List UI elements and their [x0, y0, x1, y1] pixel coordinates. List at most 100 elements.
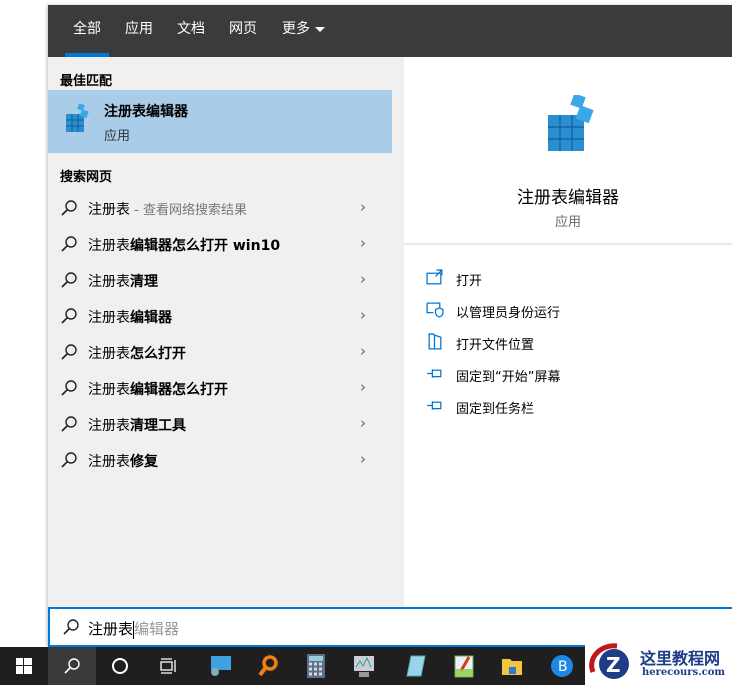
suggestion-query: 注册表 — [88, 274, 130, 290]
taskbar-app-calculator[interactable] — [292, 647, 340, 685]
web-suggestion-item[interactable]: 注册表 - 查看网络搜索结果 › — [48, 190, 392, 226]
suggestion-text: 注册表 - 查看网络搜索结果 — [88, 199, 247, 219]
app-title: 注册表编辑器 — [517, 188, 619, 208]
task-view-button[interactable] — [144, 647, 192, 685]
chevron-right-icon[interactable]: › — [360, 270, 366, 288]
folder-icon — [502, 659, 522, 675]
web-suggestion-item[interactable]: 注册表清理 › — [48, 262, 392, 298]
tab-apps[interactable]: 应用 — [125, 5, 153, 57]
web-suggestion-item[interactable]: 注册表编辑器 › — [48, 298, 392, 334]
orange-magnifier-icon — [258, 655, 278, 677]
action-label: 固定到任务栏 — [456, 402, 535, 417]
suggestion-text: 注册表怎么打开 — [88, 343, 186, 363]
app-type: 应用 — [554, 215, 581, 230]
calculator-icon — [307, 654, 325, 678]
cortana-button[interactable] — [96, 647, 144, 685]
taskbar-app-file-explorer[interactable] — [488, 647, 536, 685]
suggestion-completion: 编辑器怎么打开 — [130, 382, 228, 398]
notepad-icon — [406, 655, 426, 677]
suggestion-completion: 编辑器 — [130, 310, 172, 326]
best-match-subtitle: 应用 — [104, 129, 131, 144]
suggestion-query: 注册表 — [88, 202, 130, 218]
suggestion-text: 注册表清理 — [88, 271, 158, 291]
app-preview-card: 注册表编辑器 应用 — [404, 69, 732, 245]
suggestion-query: 注册表 — [88, 454, 130, 470]
pin-icon — [427, 369, 442, 378]
search-icon — [61, 452, 77, 468]
chevron-right-icon[interactable]: › — [360, 198, 366, 216]
web-suggestion-item[interactable]: 注册表编辑器怎么打开 win10 › — [48, 226, 392, 262]
chevron-right-icon[interactable]: › — [360, 378, 366, 396]
taskbar-app-performance-monitor[interactable] — [340, 647, 388, 685]
search-icon — [61, 416, 77, 432]
best-match-heading: 最佳匹配 — [60, 74, 113, 89]
action-label: 固定到“开始”屏幕 — [456, 370, 561, 385]
chevron-right-icon[interactable]: › — [360, 414, 366, 432]
taskbar-search-button[interactable] — [48, 647, 96, 685]
watermark-url: herecours.com — [642, 667, 726, 678]
autocomplete-suggestion: 编辑器 — [134, 620, 180, 638]
action-label: 以管理员身份运行 — [456, 306, 561, 321]
web-search-heading: 搜索网页 — [60, 170, 113, 185]
taskbar-app-search-tool[interactable] — [244, 647, 292, 685]
watermark-logo: Z 这里教程网 herecours.com — [585, 640, 732, 685]
suggestion-text: 注册表修复 — [88, 451, 158, 471]
performance-monitor-icon — [354, 656, 374, 677]
tab-web[interactable]: 网页 — [229, 5, 257, 57]
suggestion-completion: 编辑器怎么打开 win10 — [130, 238, 281, 254]
tab-all[interactable]: 全部 — [65, 5, 109, 57]
detail-pane: 注册表编辑器 应用 打开以管理员身份运行 打开文件位置固定到“开始”屏幕 固定到任务… — [404, 57, 732, 607]
pin-icon — [427, 401, 442, 410]
search-query: 注册表编辑器 — [88, 618, 179, 639]
action-1[interactable]: 以管理员身份运行 — [426, 297, 716, 325]
action-3[interactable]: 固定到“开始”屏幕 — [426, 361, 716, 389]
suggestion-text: 注册表清理工具 — [88, 415, 186, 435]
search-icon — [61, 272, 77, 288]
search-icon — [61, 236, 77, 252]
chevron-right-icon[interactable]: › — [360, 450, 366, 468]
suggestion-completion: 清理工具 — [130, 418, 186, 434]
watermark-title: 这里教程网 — [640, 649, 721, 668]
chevron-right-icon[interactable]: › — [360, 342, 366, 360]
tab-more[interactable]: 更多 — [282, 5, 325, 57]
best-match-item[interactable]: 注册表编辑器 应用 — [48, 90, 392, 153]
chevron-right-icon[interactable]: › — [360, 234, 366, 252]
web-suggestion-item[interactable]: 注册表编辑器怎么打开 › — [48, 370, 392, 406]
start-button[interactable] — [0, 647, 48, 685]
shield-icon — [426, 302, 444, 318]
taskbar-app-b[interactable]: B — [538, 647, 586, 685]
search-icon — [63, 619, 79, 635]
suggestion-query: 注册表 — [88, 418, 130, 434]
suggestion-query: 注册表 — [88, 238, 130, 254]
cortana-icon — [112, 658, 128, 674]
web-suggestion-item[interactable]: 注册表修复 › — [48, 442, 392, 478]
action-label: 打开 — [456, 274, 483, 289]
suggestion-text: 注册表编辑器怎么打开 win10 — [88, 235, 280, 255]
windows-icon — [16, 658, 32, 674]
results-pane: 最佳匹配 注册表编辑器 应用 搜索网页 注册表 - 查看网络搜索结果 › 注册表… — [48, 57, 403, 607]
svg-text:Z: Z — [606, 653, 621, 677]
action-label: 打开文件位置 — [456, 338, 535, 353]
suggestion-text: 注册表编辑器怎么打开 — [88, 379, 228, 399]
suggestion-query: 注册表 — [88, 346, 130, 362]
taskbar-app-editor[interactable] — [440, 647, 488, 685]
monitor-search-icon — [211, 656, 231, 676]
registry-editor-large-icon — [548, 95, 594, 151]
suggestion-hint: - 查看网络搜索结果 — [130, 203, 247, 218]
action-4[interactable]: 固定到任务栏 — [426, 393, 716, 421]
search-icon — [64, 658, 80, 674]
registry-editor-icon — [66, 104, 89, 132]
taskbar-app-remote-desktop[interactable] — [196, 647, 244, 685]
action-0[interactable]: 打开 — [426, 265, 716, 293]
tab-documents[interactable]: 文档 — [177, 5, 205, 57]
suggestion-query: 注册表 — [88, 382, 130, 398]
taskbar-app-notepad[interactable] — [392, 647, 440, 685]
suggestion-query: 注册表 — [88, 310, 130, 326]
web-suggestion-item[interactable]: 注册表怎么打开 › — [48, 334, 392, 370]
filter-tabs: 全部 应用 文档 网页 更多 — [48, 5, 732, 57]
search-icon — [61, 200, 77, 216]
web-suggestion-item[interactable]: 注册表清理工具 › — [48, 406, 392, 442]
search-icon — [61, 380, 77, 396]
chevron-right-icon[interactable]: › — [360, 306, 366, 324]
action-2[interactable]: 打开文件位置 — [426, 329, 716, 357]
